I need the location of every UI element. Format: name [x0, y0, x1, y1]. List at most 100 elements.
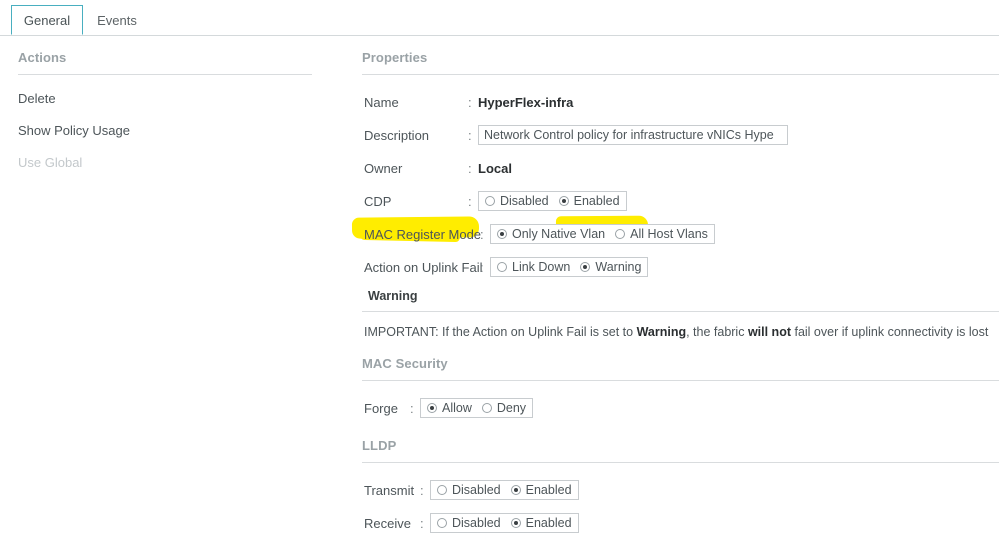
forge-option-allow[interactable]: Allow: [427, 401, 472, 415]
tab-general[interactable]: General: [11, 5, 83, 35]
cdp-label: CDP: [364, 193, 392, 209]
action-on-uplink-fail-option-warning[interactable]: Warning: [580, 260, 641, 274]
mac-security-divider: [362, 380, 999, 381]
lldp-header: LLDP: [362, 438, 397, 453]
name-value: HyperFlex-infra: [478, 94, 574, 110]
radio-icon: [580, 262, 591, 272]
owner-colon: :: [468, 160, 472, 176]
row-forge: Forge : Allow Deny: [358, 395, 999, 421]
properties-header: Properties: [362, 50, 428, 65]
name-label: Name: [364, 94, 399, 110]
receive-label: Receive: [364, 515, 411, 531]
radio-icon: [481, 403, 492, 413]
important-bold-warning: Warning: [636, 325, 687, 339]
transmit-option-disabled-label: Disabled: [452, 483, 501, 497]
important-mid: , the fabric: [686, 325, 748, 339]
important-prefix: IMPORTANT: If the Action on Uplink Fail …: [364, 325, 637, 339]
description-label: Description: [364, 127, 430, 143]
receive-option-enabled[interactable]: Enabled: [510, 516, 572, 530]
receive-option-enabled-label: Enabled: [525, 516, 572, 530]
cdp-radio-group[interactable]: Disabled Enabled: [478, 191, 627, 211]
description-input[interactable]: [478, 125, 788, 145]
radio-icon: [485, 196, 495, 206]
action-on-uplink-fail-option-warning-label: Warning: [595, 260, 642, 274]
cdp-option-enabled-label: Enabled: [573, 194, 620, 208]
forge-option-deny[interactable]: Deny: [481, 401, 527, 415]
action-on-uplink-fail-radio-group[interactable]: Link Down Warning: [490, 257, 649, 277]
important-suffix: fail over if uplink connectivity is lost: [791, 325, 989, 339]
action-show-policy-usage[interactable]: Show Policy Usage: [0, 123, 330, 138]
cdp-colon: :: [468, 193, 472, 209]
important-bold-will-not: will not: [747, 325, 791, 339]
owner-value: Local: [478, 160, 512, 176]
warning-section-header: Warning: [368, 289, 418, 303]
transmit-colon: :: [420, 482, 424, 498]
radio-icon: [497, 262, 507, 272]
tab-events[interactable]: Events: [86, 5, 148, 35]
cdp-option-disabled[interactable]: Disabled: [485, 194, 549, 208]
radio-icon: [615, 229, 626, 239]
lldp-divider: [362, 462, 999, 463]
description-colon: :: [468, 127, 472, 143]
row-action-on-uplink-fail: Action on Uplink Fail : Link Down Warnin…: [358, 254, 999, 280]
radio-icon: [427, 403, 437, 413]
mac-security-header: MAC Security: [362, 356, 448, 371]
action-on-uplink-fail-option-link-down[interactable]: Link Down: [497, 260, 570, 274]
transmit-option-disabled[interactable]: Disabled: [437, 483, 501, 497]
row-receive: Receive : Disabled Enabled: [358, 510, 999, 536]
action-on-uplink-fail-label: Action on Uplink Fail: [364, 259, 483, 275]
properties-panel: Properties Name : HyperFlex-infra Descri…: [358, 50, 999, 536]
actions-panel: Actions Delete Show Policy Usage Use Glo…: [0, 50, 330, 170]
cdp-option-enabled[interactable]: Enabled: [558, 194, 620, 208]
action-show-policy-usage-label: Show Policy Usage: [18, 123, 130, 138]
mac-register-mode-option-all-host-vlans[interactable]: All Host Vlans: [615, 227, 708, 241]
actions-divider: [18, 74, 312, 75]
mac-register-mode-option-only-native-vlan[interactable]: Only Native Vlan: [497, 227, 605, 241]
row-cdp: CDP : Disabled Enabled: [358, 188, 999, 214]
row-transmit: Transmit : Disabled Enabled: [358, 477, 999, 503]
properties-divider: [362, 74, 999, 75]
action-on-uplink-fail-colon: :: [480, 259, 484, 275]
owner-label: Owner: [364, 160, 403, 176]
action-use-global: Use Global: [0, 155, 330, 170]
action-use-global-label: Use Global: [18, 155, 83, 170]
transmit-radio-group[interactable]: Disabled Enabled: [430, 480, 579, 500]
cdp-option-disabled-label: Disabled: [500, 194, 549, 208]
actions-header: Actions: [18, 50, 67, 65]
action-on-uplink-fail-option-link-down-label: Link Down: [512, 260, 571, 274]
row-mac-register-mode: MAC Register Mode : Only Native Vlan All…: [358, 221, 999, 247]
receive-option-disabled-label: Disabled: [452, 516, 501, 530]
mac-register-mode-option-all-host-vlans-label: All Host Vlans: [630, 227, 708, 241]
mac-register-mode-radio-group[interactable]: Only Native Vlan All Host Vlans: [490, 224, 715, 244]
radio-icon: [510, 485, 521, 495]
receive-colon: :: [420, 515, 424, 531]
tab-general-label: General: [23, 12, 71, 28]
transmit-option-enabled[interactable]: Enabled: [510, 483, 572, 497]
forge-option-allow-label: Allow: [442, 401, 472, 415]
transmit-label: Transmit: [364, 482, 415, 498]
forge-radio-group[interactable]: Allow Deny: [420, 398, 534, 418]
mac-register-mode-label: MAC Register Mode: [364, 226, 482, 242]
forge-label: Forge: [364, 400, 398, 416]
radio-icon: [558, 196, 569, 206]
forge-colon: :: [410, 400, 414, 416]
tab-bar: General Events: [0, 0, 999, 36]
row-name: Name : HyperFlex-infra: [358, 89, 999, 115]
row-owner: Owner : Local: [358, 155, 999, 181]
radio-icon: [510, 518, 521, 528]
receive-radio-group[interactable]: Disabled Enabled: [430, 513, 579, 533]
name-colon: :: [468, 94, 472, 110]
transmit-option-enabled-label: Enabled: [525, 483, 572, 497]
important-notice: IMPORTANT: If the Action on Uplink Fail …: [358, 325, 999, 339]
mac-register-mode-option-only-native-vlan-label: Only Native Vlan: [512, 227, 606, 241]
radio-icon: [497, 229, 507, 239]
forge-option-deny-label: Deny: [496, 401, 527, 415]
radio-icon: [437, 518, 447, 528]
tab-events-label: Events: [97, 12, 137, 28]
radio-icon: [437, 485, 447, 495]
action-delete-label: Delete: [18, 91, 56, 106]
tab-bar-divider: [0, 35, 999, 36]
receive-option-disabled[interactable]: Disabled: [437, 516, 501, 530]
action-delete[interactable]: Delete: [0, 91, 330, 106]
row-description: Description :: [358, 122, 999, 148]
